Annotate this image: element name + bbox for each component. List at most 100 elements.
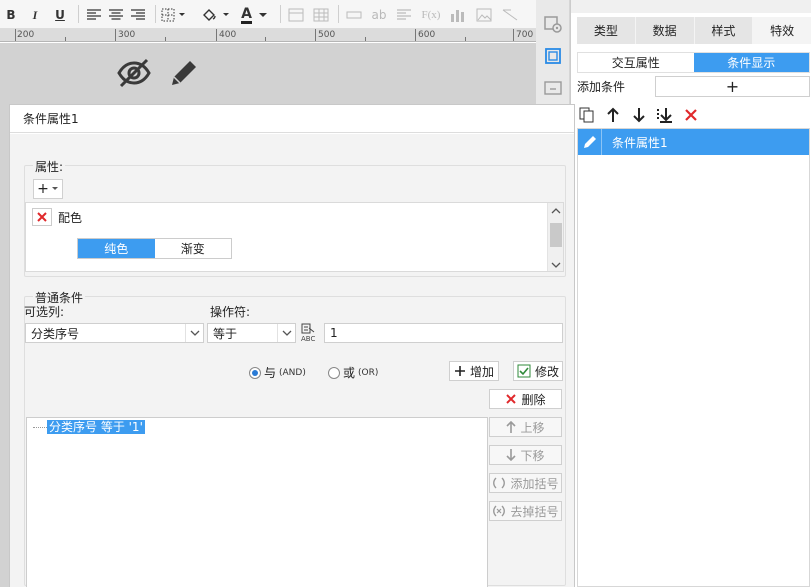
dialog-title: 条件属性1 — [10, 105, 574, 133]
arrow-up-icon[interactable] — [603, 105, 623, 125]
horizontal-ruler: 200 300 400 500 600 700 — [0, 29, 536, 42]
effects-subtabs: 交互属性 条件显示 — [577, 52, 810, 73]
remove-bracket-button[interactable]: 去掉括号 — [489, 501, 562, 521]
attribute-list: 配色 纯色 渐变 — [25, 202, 564, 272]
list-item[interactable]: 分类序号 等于 '1' — [47, 420, 145, 434]
tab-style[interactable]: 样式 — [695, 17, 754, 44]
align-center-icon[interactable] — [106, 4, 126, 26]
toolbar-divider — [338, 5, 339, 23]
panel-top-strip — [571, 0, 811, 13]
radio-or[interactable]: 或 (OR) — [328, 364, 378, 381]
modify-button[interactable]: 修改 — [513, 361, 563, 381]
delete-icon[interactable] — [681, 105, 701, 125]
pencil-icon[interactable] — [168, 57, 200, 92]
toolbar-divider — [155, 5, 156, 23]
ruler-tick — [15, 29, 16, 41]
arrow-down-icon[interactable] — [629, 105, 649, 125]
border-icon[interactable] — [160, 4, 188, 26]
scroll-down-icon[interactable] — [548, 257, 563, 271]
delete-button[interactable]: 删除 — [489, 389, 562, 409]
fill-color-icon[interactable] — [200, 4, 232, 26]
property-panel: 类型 数据 样式 特效 交互属性 条件显示 添加条件 + 条件属性1 — [570, 0, 811, 587]
tab-type[interactable]: 类型 — [577, 17, 636, 44]
add-bracket-button[interactable]: 添加括号 — [489, 473, 562, 493]
ruler-label: 300 — [118, 30, 136, 40]
formula-button[interactable]: F(x) — [418, 4, 444, 26]
delete-button-label: 删除 — [521, 392, 546, 407]
edit-icon[interactable] — [578, 129, 602, 155]
operator-label: 操作符: — [210, 305, 251, 319]
delete-attribute-button[interactable] — [32, 208, 52, 226]
toolbar-divider — [78, 5, 79, 23]
merge-cell-icon[interactable] — [286, 4, 306, 26]
move-bottom-icon[interactable] — [655, 105, 675, 125]
scroll-thumb[interactable] — [550, 223, 562, 247]
subtab-conditional-display[interactable]: 条件显示 — [693, 53, 809, 72]
operator-select[interactable]: 等于 — [207, 323, 296, 343]
move-up-label: 上移 — [520, 420, 545, 435]
radio-and-label: 与 — [264, 366, 277, 380]
move-up-button[interactable]: 上移 — [489, 417, 562, 437]
add-bracket-label: 添加括号 — [510, 476, 559, 491]
gradient-option[interactable]: 渐变 — [154, 239, 231, 258]
condition-attribute-dialog: 条件属性1 属性: + 配色 纯色 渐变 普通条件 可选列: 操作符: 分类序号… — [9, 104, 575, 587]
hide-eye-icon[interactable] — [116, 57, 152, 92]
slash-icon[interactable] — [500, 4, 520, 26]
scroll-up-icon[interactable] — [548, 203, 563, 219]
tree-connector — [33, 427, 47, 428]
grid-icon[interactable] — [311, 4, 331, 26]
font-color-letter: A — [241, 5, 252, 24]
value-input[interactable]: 1 — [324, 323, 563, 343]
column-select[interactable]: 分类序号 — [25, 323, 204, 343]
add-condition-button[interactable]: + — [655, 76, 810, 97]
ab-text-button[interactable]: ab — [368, 4, 390, 26]
arrow-up-icon — [506, 421, 517, 433]
add-attribute-label: + — [37, 181, 49, 197]
settings-cell-icon[interactable] — [543, 14, 563, 34]
ruler-label: 700 — [516, 30, 534, 40]
bar-chart-icon[interactable] — [448, 4, 468, 26]
bold-button[interactable]: B — [4, 4, 18, 26]
radio-and-dot[interactable] — [249, 366, 261, 379]
modify-icon — [517, 364, 531, 378]
tab-effects[interactable]: 特效 — [753, 17, 811, 44]
format-toolbar: B I U A ab F(x) — [0, 0, 536, 29]
attribute-name: 配色 — [58, 211, 83, 225]
italic-button[interactable]: I — [28, 4, 42, 26]
chevron-down-icon[interactable] — [277, 324, 295, 342]
modify-button-label: 修改 — [534, 364, 559, 379]
solid-color-option[interactable]: 纯色 — [78, 239, 155, 258]
font-color-icon[interactable]: A — [238, 4, 272, 26]
align-left-icon[interactable] — [84, 4, 104, 26]
align-right-icon[interactable] — [128, 4, 148, 26]
attribute-scrollbar[interactable] — [547, 203, 563, 271]
column-select-value: 分类序号 — [31, 326, 80, 341]
add-button[interactable]: 增加 — [449, 361, 499, 381]
chevron-down-icon[interactable] — [185, 324, 203, 342]
radio-or-dot[interactable] — [328, 366, 340, 379]
arrow-down-icon — [506, 449, 517, 461]
bracket-icon — [493, 477, 506, 489]
ruler-tick — [115, 29, 116, 41]
paste-icon[interactable] — [577, 105, 597, 125]
tab-data[interactable]: 数据 — [636, 17, 695, 44]
widget-select-icon[interactable] — [543, 46, 563, 66]
attribute-group-label: 属性: — [33, 158, 66, 175]
ruler-tick — [513, 29, 514, 41]
paragraph-icon[interactable] — [394, 4, 414, 26]
condition-expression-list[interactable]: 分类序号 等于 '1' — [26, 417, 488, 587]
ruler-tick — [265, 37, 266, 41]
add-attribute-button[interactable]: + — [33, 179, 63, 199]
image-icon[interactable] — [474, 4, 494, 26]
list-item[interactable]: 条件属性1 — [578, 129, 809, 155]
underline-button[interactable]: U — [52, 4, 68, 26]
plus-icon — [454, 366, 465, 376]
value-editor-icon[interactable]: ABC — [299, 322, 323, 344]
text-field-icon[interactable] — [344, 4, 364, 26]
column-label: 可选列: — [24, 305, 65, 319]
form-widget-icon[interactable] — [543, 78, 563, 98]
radio-and[interactable]: 与 (AND) — [249, 364, 306, 381]
move-down-button[interactable]: 下移 — [489, 445, 562, 465]
add-condition-label: 添加条件 — [577, 80, 626, 94]
subtab-interaction[interactable]: 交互属性 — [578, 53, 694, 72]
